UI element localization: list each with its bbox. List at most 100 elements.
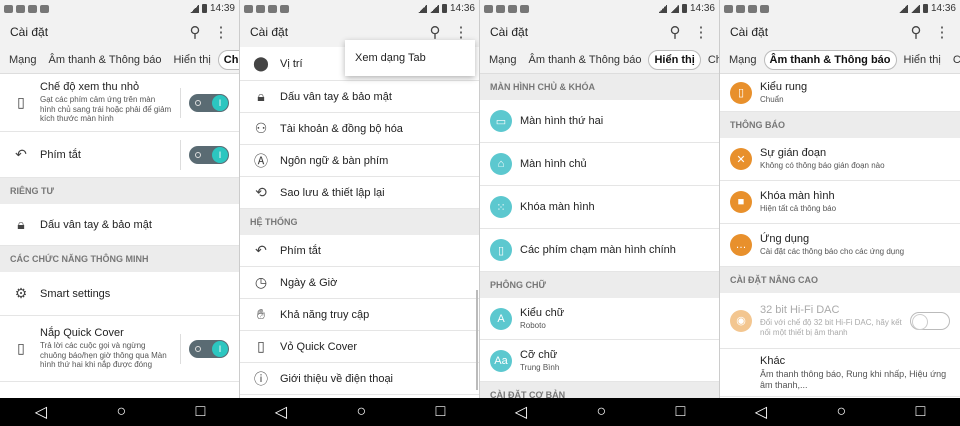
search-icon[interactable]: ⚲ xyxy=(665,22,685,42)
back-arrow-icon: ↶ xyxy=(15,146,27,162)
tab-display[interactable]: Hiển thị xyxy=(899,51,946,69)
tab-network[interactable]: Mạng xyxy=(484,51,522,69)
more-vert-icon[interactable]: ⋮ xyxy=(932,22,952,42)
recents-icon[interactable]: □ xyxy=(436,403,446,421)
scrollbar[interactable] xyxy=(476,290,478,390)
notification-icon xyxy=(484,4,493,13)
tab-sound[interactable]: Âm thanh & Thông báo xyxy=(524,51,647,69)
hifi-icon: ◉ xyxy=(730,309,752,332)
setting-smart[interactable]: ⚙ Smart settings xyxy=(0,272,239,316)
search-icon[interactable]: ⚲ xyxy=(906,22,926,42)
setting-label: Ngôn ngữ & bàn phím xyxy=(280,154,389,167)
divider xyxy=(180,333,181,364)
home-icon[interactable]: ○ xyxy=(356,403,366,421)
home-icon[interactable]: ○ xyxy=(836,403,846,421)
phone-icon: ▯ xyxy=(17,94,25,110)
hifi-toggle[interactable] xyxy=(910,311,950,330)
mini-view-toggle[interactable]: I xyxy=(189,93,229,112)
tab-network[interactable]: Mạng xyxy=(724,51,762,69)
tab-display[interactable]: Hiển thị xyxy=(168,51,215,69)
notification-icon xyxy=(760,4,769,13)
setting-sub: Đổi với chế độ 32 bit Hi-Fi DAC, hãy kết… xyxy=(760,317,902,337)
battery-icon xyxy=(681,4,687,13)
page-title: Cài đặt xyxy=(490,25,529,39)
screen-general-tab: 14:39 Cài đặt ⚲ ⋮ Mạng Âm thanh & Thông … xyxy=(0,0,240,398)
phone-icon: ▯ xyxy=(257,338,265,354)
shortcut-toggle[interactable]: I xyxy=(189,145,229,164)
section-header-system: HỆ THỐNG xyxy=(240,209,479,235)
setting-sub: Hiện tất cả thông báo xyxy=(760,204,837,214)
tab-bar: Mạng Âm thanh & Thông báo Hiển thị Chung xyxy=(480,47,719,74)
setting-language[interactable]: Ⓐ Ngôn ngữ & bàn phím xyxy=(240,145,479,177)
more-vert-icon[interactable]: ⋮ xyxy=(451,22,471,42)
setting-shortcut[interactable]: ↶ Phím tắt I xyxy=(0,132,239,178)
clock-icon: ◷ xyxy=(254,274,268,290)
search-icon[interactable]: ⚲ xyxy=(185,22,205,42)
setting-label: Giới thiệu về điện thoại xyxy=(280,372,394,385)
setting-backup[interactable]: ⟲ Sao lưu & thiết lập lại xyxy=(240,177,479,209)
quick-cover-toggle[interactable]: I xyxy=(189,339,229,358)
setting-accounts[interactable]: ⚇ Tài khoản & đồng bộ hóa xyxy=(240,113,479,145)
notification-icon xyxy=(496,4,505,13)
setting-quick-cover[interactable]: ▯ Vỏ Quick Cover xyxy=(240,331,479,363)
back-icon[interactable]: ◁ xyxy=(275,402,287,422)
setting-fingerprint[interactable]: 🔒︎ Dấu vân tay & bảo mật xyxy=(0,204,239,246)
setting-home-screen[interactable]: ⌂ Màn hình chủ xyxy=(480,143,719,186)
app-bar: Cài đặt ⚲ ⋮ xyxy=(0,17,239,47)
back-icon[interactable]: ◁ xyxy=(755,402,767,422)
setting-label: Khóa màn hình xyxy=(760,190,835,203)
setting-label: Khóa màn hình xyxy=(520,201,595,213)
recents-icon[interactable]: □ xyxy=(916,403,926,421)
home-icon[interactable]: ○ xyxy=(116,403,126,421)
home-icon[interactable]: ○ xyxy=(596,403,606,421)
notification-icon xyxy=(28,4,37,13)
setting-about[interactable]: ⓘ Giới thiệu về điện thoại xyxy=(240,363,479,395)
recents-icon[interactable]: □ xyxy=(196,403,206,421)
setting-quick-cover[interactable]: ▯ Nắp Quick Cover Trả lời các cuộc gọi và… xyxy=(0,316,239,382)
setting-label: Dấu vân tay & bảo mật xyxy=(40,218,152,231)
setting-datetime[interactable]: ◷ Ngày & Giờ xyxy=(240,267,479,299)
more-vert-icon[interactable]: ⋮ xyxy=(211,22,231,42)
chat-bubble-icon: … xyxy=(730,234,752,256)
tab-general[interactable]: Chung xyxy=(948,51,960,69)
setting-lock-screen[interactable]: ⁙ Khóa màn hình xyxy=(480,186,719,229)
setting-sub: Âm thanh thông báo, Rung khi nhấp, Hiệu … xyxy=(760,368,947,390)
setting-sub: Trung Bình xyxy=(520,362,560,372)
setting-label: Các phím chạm màn hình chính xyxy=(520,244,676,256)
setting-apps-notif[interactable]: … Ứng dụng Cài đặt các thông báo cho các ứ… xyxy=(720,224,960,267)
signal-icon xyxy=(669,4,679,13)
back-icon[interactable]: ◁ xyxy=(515,402,527,422)
status-bar: 14:36 xyxy=(720,0,960,17)
setting-label: Nắp Quick Cover xyxy=(40,327,124,340)
setting-mini-view[interactable]: ▯ Chế độ xem thu nhỏ Gạt các phím cảm ứng… xyxy=(0,74,239,132)
tab-general[interactable]: Chung xyxy=(703,51,719,69)
more-vert-icon[interactable]: ⋮ xyxy=(691,22,711,42)
tab-sound[interactable]: Âm thanh & Thông báo xyxy=(44,51,167,69)
tab-general[interactable]: Chung xyxy=(217,50,239,70)
setting-label: Tài khoản & đồng bộ hóa xyxy=(280,122,403,135)
tab-sound[interactable]: Âm thanh & Thông báo xyxy=(763,50,897,70)
setting-vibrate[interactable]: ▯ Kiểu rung Chuẩn xyxy=(720,74,960,112)
battery-icon xyxy=(201,4,207,13)
setting-interruptions[interactable]: ✕ Sự gián đoạn Không có thông báo gián đoạ… xyxy=(720,138,960,181)
setting-second-screen[interactable]: ▭ Màn hình thứ hai xyxy=(480,100,719,143)
recents-icon[interactable]: □ xyxy=(676,403,686,421)
search-icon[interactable]: ⚲ xyxy=(425,22,445,42)
back-icon[interactable]: ◁ xyxy=(35,402,47,422)
setting-hifi-dac[interactable]: ◉ 32 bit Hi-Fi DAC Đổi với chế độ 32 bit H… xyxy=(720,293,960,349)
setting-label: Vỏ Quick Cover xyxy=(280,340,358,353)
tab-network[interactable]: Mạng xyxy=(4,51,42,69)
setting-font-type[interactable]: A Kiểu chữ Roboto xyxy=(480,298,719,340)
setting-touch-keys[interactable]: ▯ Các phím chạm màn hình chính xyxy=(480,229,719,272)
tab-display[interactable]: Hiển thị xyxy=(648,50,701,70)
setting-shortcut[interactable]: ↶ Phím tắt xyxy=(240,235,479,267)
setting-other[interactable]: Khác Âm thanh thông báo, Rung khi nhấp, H… xyxy=(720,349,960,397)
setting-lock-screen-notif[interactable]: ■ Khóa màn hình Hiện tất cả thông báo xyxy=(720,181,960,224)
setting-font-size[interactable]: Aa Cỡ chữ Trung Bình xyxy=(480,340,719,382)
setting-fingerprint[interactable]: 🔒︎ Dấu vân tay & bảo mật xyxy=(240,81,479,113)
setting-accessibility[interactable]: ✋︎ Khả năng truy cập xyxy=(240,299,479,331)
battery-icon xyxy=(922,4,928,13)
view-as-tab-menu-item[interactable]: Xem dạng Tab xyxy=(345,40,475,76)
notification-icon xyxy=(508,4,517,13)
phone-icon: ▯ xyxy=(490,239,512,261)
